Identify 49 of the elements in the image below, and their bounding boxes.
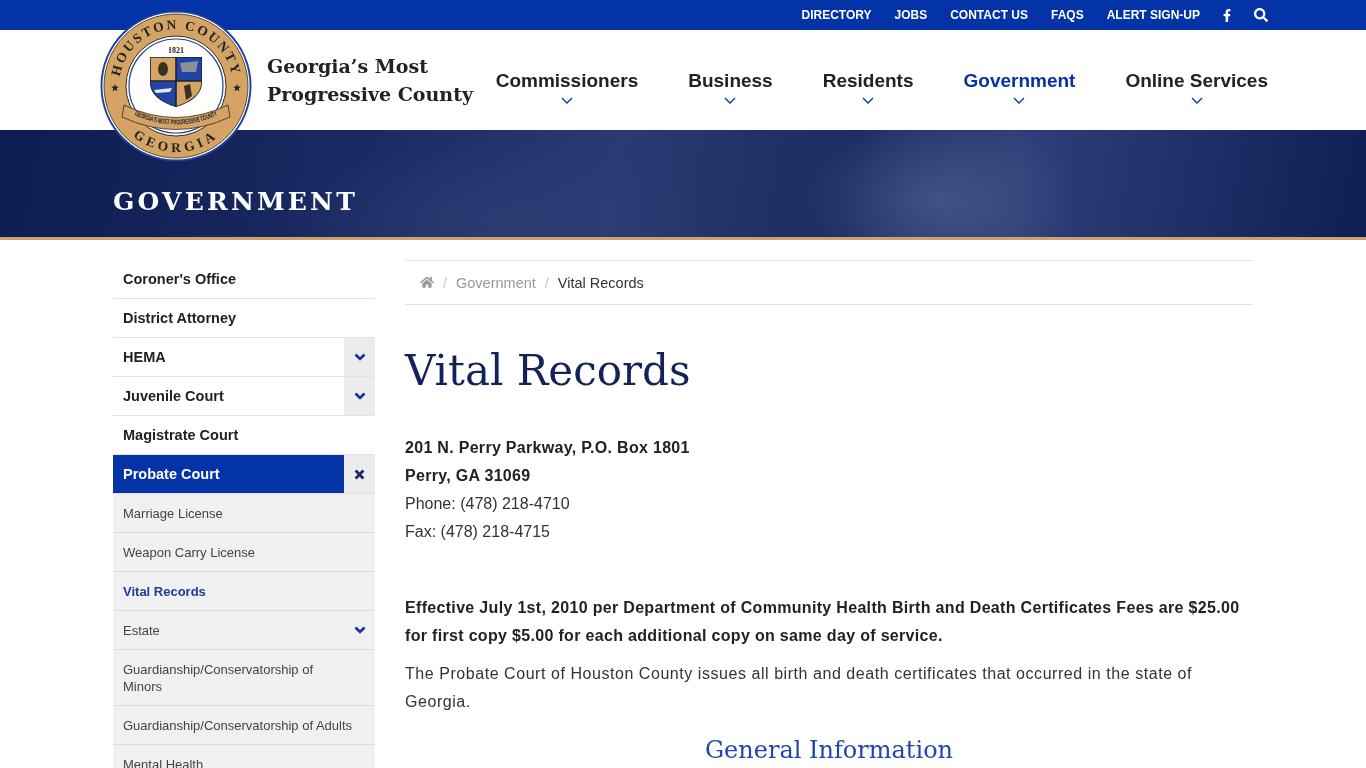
nav-link[interactable]: Online Services bbox=[1125, 56, 1268, 104]
search-icon[interactable] bbox=[1254, 8, 1268, 22]
chevron-down-icon bbox=[353, 353, 366, 361]
sidebar-subitem[interactable]: Weapon Carry License bbox=[113, 533, 375, 571]
hero-title: GOVERNMENT bbox=[113, 186, 358, 218]
sidebar-subitem[interactable]: Estate bbox=[113, 611, 344, 649]
facebook-icon[interactable] bbox=[1223, 8, 1231, 22]
contact-line: Fax: (478) 218-4715 bbox=[405, 522, 551, 542]
top-link[interactable]: CONTACT US bbox=[950, 7, 1028, 23]
contact-line: 201 N. Perry Parkway, P.O. Box 1801 bbox=[405, 438, 691, 458]
section-heading: General Information bbox=[704, 735, 954, 765]
home-icon[interactable] bbox=[420, 276, 434, 289]
contact-line: Phone: (478) 218-4710 bbox=[405, 494, 571, 514]
sidebar-subitem[interactable]: Mental Health bbox=[113, 745, 375, 768]
page-title: Vital Records bbox=[405, 345, 691, 397]
expand-button[interactable] bbox=[344, 338, 375, 376]
nav-link[interactable]: Business bbox=[688, 56, 773, 104]
expand-button[interactable] bbox=[344, 611, 375, 649]
top-link[interactable]: DIRECTORY bbox=[801, 7, 872, 23]
sidebar-subitem[interactable]: Marriage License bbox=[113, 494, 375, 532]
sidebar-item[interactable]: Probate Court bbox=[113, 455, 344, 493]
sidebar-subitem[interactable]: Guardianship/Conservatorship of Adults bbox=[113, 706, 375, 744]
contact-line: Perry, GA 31069 bbox=[405, 466, 532, 486]
chevron-down-icon bbox=[724, 97, 737, 104]
site-tagline[interactable]: Georgia’s Most Progressive County bbox=[267, 52, 496, 108]
chevron-down-icon bbox=[1190, 97, 1203, 104]
breadcrumb-separator: / bbox=[443, 274, 448, 291]
sidebar-subitem[interactable]: Guardianship/Conservatorship of Minors bbox=[113, 650, 375, 705]
body-paragraph: Effective July 1st, 2010 per Department of Community Health Birth and Death Certificates Fees are $25.00 for first copy $5.00 for each additional copy on same day of service. bbox=[405, 598, 1241, 646]
sidebar-subitem[interactable]: Vital Records bbox=[113, 572, 375, 610]
chevron-down-icon bbox=[862, 97, 875, 104]
chevron-down-icon bbox=[353, 626, 366, 634]
breadcrumb-separator: / bbox=[544, 274, 549, 291]
top-link[interactable]: FAQS bbox=[1051, 7, 1084, 23]
chevron-down-icon bbox=[560, 97, 573, 104]
top-link[interactable]: ALERT SIGN-UP bbox=[1106, 7, 1200, 23]
breadcrumb-link[interactable]: Vital Records bbox=[557, 274, 644, 291]
close-icon bbox=[354, 468, 365, 480]
chevron-down-icon bbox=[1013, 97, 1026, 104]
star-icon bbox=[111, 84, 119, 92]
top-link[interactable]: JOBS bbox=[894, 7, 928, 23]
nav-link[interactable]: Commissioners bbox=[495, 56, 639, 104]
nav-link[interactable]: Government bbox=[963, 56, 1076, 104]
nav-link[interactable]: Residents bbox=[822, 56, 914, 104]
body-paragraph: The Probate Court of Houston County issues all birth and death certificates that occurred in the state of Georgia. bbox=[405, 664, 1194, 712]
chevron-down-icon bbox=[353, 392, 366, 400]
expand-button[interactable] bbox=[344, 377, 375, 415]
star-icon bbox=[233, 84, 241, 92]
collapse-button[interactable] bbox=[344, 455, 375, 493]
